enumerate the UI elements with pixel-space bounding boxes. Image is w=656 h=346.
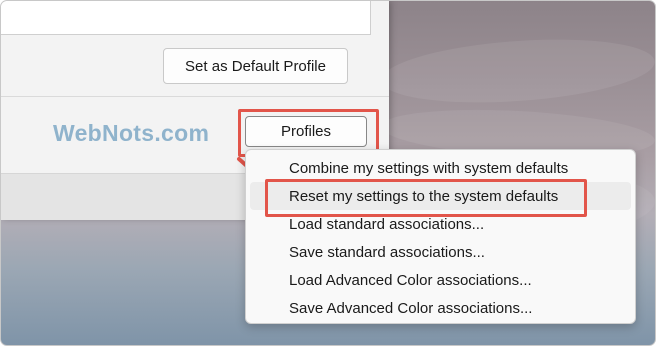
watermark-text: WebNots.com (53, 120, 210, 146)
section-divider (1, 96, 389, 97)
profiles-dropdown-menu: Combine my settings with system defaults… (245, 149, 636, 324)
menu-item-combine-settings[interactable]: Combine my settings with system defaults (250, 154, 631, 182)
reset-highlight-box (265, 179, 587, 217)
menu-item-save-advanced-color[interactable]: Save Advanced Color associations... (250, 294, 631, 322)
menu-item-load-advanced-color[interactable]: Load Advanced Color associations... (250, 266, 631, 294)
set-default-profile-button[interactable]: Set as Default Profile (163, 48, 348, 84)
profile-list-box[interactable] (1, 1, 371, 35)
desktop-wallpaper-dune (379, 31, 655, 111)
menu-item-save-standard[interactable]: Save standard associations... (250, 238, 631, 266)
screenshot-frame: Set as Default Profile WebNots.com Profi… (0, 0, 656, 346)
